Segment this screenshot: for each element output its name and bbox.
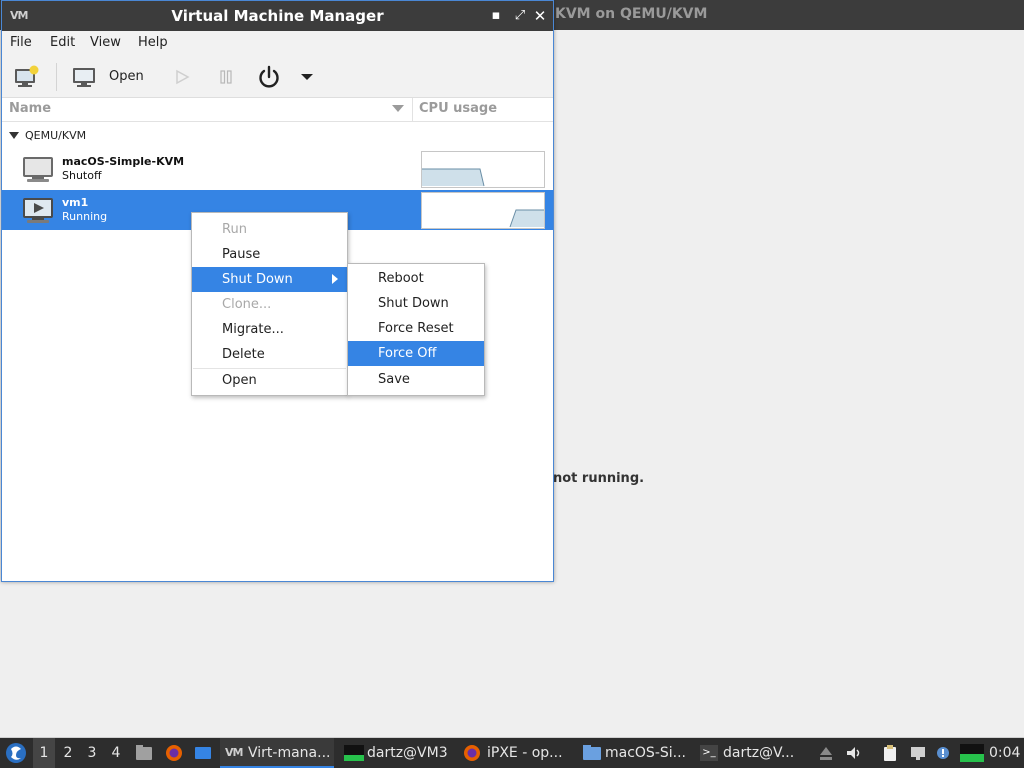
window-title: Virtual Machine Manager xyxy=(171,7,384,25)
column-separator xyxy=(412,98,413,122)
vm-status: Running xyxy=(62,210,108,223)
pause-button[interactable] xyxy=(216,67,236,87)
vm-shutoff-icon xyxy=(23,157,53,182)
task-label: macOS-Si... xyxy=(605,745,686,761)
expander-arrow-icon[interactable] xyxy=(9,132,19,139)
menu-item-migrate[interactable]: Migrate... xyxy=(192,317,347,342)
close-button[interactable]: ✕ xyxy=(532,8,548,24)
task-firefox-ipxe[interactable]: iPXE - op... xyxy=(460,738,575,768)
power-icon xyxy=(259,65,279,88)
clipboard-icon[interactable] xyxy=(881,744,899,762)
distro-logo-icon xyxy=(6,743,26,763)
connection-group-row[interactable]: QEMU/KVM xyxy=(2,125,553,147)
task-label: dartz@V... xyxy=(723,745,795,761)
menu-item-delete[interactable]: Delete xyxy=(192,342,347,367)
menu-item-shutdown[interactable]: Shut Down xyxy=(348,291,484,316)
shutdown-button[interactable] xyxy=(255,64,283,90)
vm-running-icon xyxy=(23,198,53,223)
cpu-usage-graph xyxy=(421,192,545,229)
vm-context-menu: Run Pause Shut Down Clone... Migrate... … xyxy=(191,212,348,396)
file-manager-launcher-icon[interactable] xyxy=(135,744,153,762)
menu-help[interactable]: Help xyxy=(138,35,168,50)
new-vm-button[interactable] xyxy=(13,65,41,89)
virt-manager-app-icon: VM xyxy=(225,746,243,759)
connection-label: QEMU/KVM xyxy=(25,129,87,142)
toolbar-separator xyxy=(56,63,57,91)
menu-item-save[interactable]: Save xyxy=(348,367,484,392)
play-icon xyxy=(176,69,190,85)
open-button[interactable]: Open xyxy=(72,65,150,89)
workspace-4[interactable]: 4 xyxy=(105,738,127,768)
sort-descending-icon[interactable] xyxy=(392,105,404,112)
pause-icon xyxy=(220,70,232,84)
menu-view[interactable]: View xyxy=(90,35,121,50)
menu-file[interactable]: File xyxy=(10,35,32,50)
network-icon[interactable] xyxy=(909,744,927,762)
menu-item-force-off[interactable]: Force Off xyxy=(348,341,484,366)
dropdown-arrow-icon xyxy=(301,74,313,80)
task-terminal-vm3[interactable]: dartz@VM3 xyxy=(340,738,455,768)
notification-icon[interactable] xyxy=(934,744,952,762)
terminal-app-icon xyxy=(344,745,364,761)
background-window-title: KVM on QEMU/KVM xyxy=(555,6,708,22)
volume-icon[interactable] xyxy=(845,744,863,762)
menu-item-pause[interactable]: Pause xyxy=(192,242,347,267)
menu-item-clone[interactable]: Clone... xyxy=(192,292,347,317)
firefox-app-icon xyxy=(464,745,480,761)
new-vm-icon xyxy=(15,65,39,87)
shutdown-submenu: Reboot Shut Down Force Reset Force Off S… xyxy=(347,263,485,396)
titlebar[interactable]: VM Virtual Machine Manager ▪ ⤢ ✕ xyxy=(2,1,553,31)
vm-row-macos-simple-kvm[interactable]: macOS-Simple-KVM Shutoff xyxy=(2,149,553,189)
menu-edit[interactable]: Edit xyxy=(50,35,75,50)
vm-name: vm1 xyxy=(62,196,89,209)
eject-icon[interactable] xyxy=(817,744,835,762)
column-header-name[interactable]: Name xyxy=(9,101,51,116)
task-label: dartz@VM3 xyxy=(367,745,448,761)
vm-name: macOS-Simple-KVM xyxy=(62,155,185,168)
menu-item-run[interactable]: Run xyxy=(192,217,347,242)
desktop-launcher-icon[interactable] xyxy=(194,744,212,762)
start-menu-button[interactable] xyxy=(4,741,28,765)
menubar: File Edit View Help xyxy=(2,31,553,56)
task-terminal[interactable]: >_ dartz@V... xyxy=(697,738,809,768)
task-label: Virt-mana... xyxy=(248,745,331,761)
menu-item-shut-down-label: Shut Down xyxy=(222,272,293,287)
cpu-usage-graph xyxy=(421,151,545,188)
vm-list-header: Name CPU usage xyxy=(2,98,553,122)
folder-app-icon xyxy=(583,745,601,760)
workspace-1[interactable]: 1 xyxy=(33,738,55,768)
clock[interactable]: 0:04 xyxy=(989,738,1023,768)
cpu-monitor-icon[interactable] xyxy=(960,744,984,762)
toolbar: Open xyxy=(2,56,553,98)
menu-item-reboot[interactable]: Reboot xyxy=(348,266,484,291)
menu-item-open[interactable]: Open xyxy=(192,368,347,393)
workspace-3[interactable]: 3 xyxy=(81,738,103,768)
menu-item-force-reset[interactable]: Force Reset xyxy=(348,316,484,341)
shutdown-dropdown-button[interactable] xyxy=(298,68,316,86)
workspace-2[interactable]: 2 xyxy=(57,738,79,768)
taskbar: 1 2 3 4 VM Virt-mana... dartz@VM3 iPXE -… xyxy=(0,738,1024,768)
submenu-arrow-icon xyxy=(332,274,338,284)
open-button-label: Open xyxy=(109,69,144,84)
vm-status: Shutoff xyxy=(62,169,102,182)
run-button[interactable] xyxy=(172,67,192,87)
task-label: iPXE - op... xyxy=(487,745,563,761)
firefox-launcher-icon[interactable] xyxy=(165,744,183,762)
maximize-button[interactable]: ⤢ xyxy=(512,8,528,24)
monitor-icon xyxy=(73,68,95,87)
terminal-prompt-icon: >_ xyxy=(700,745,718,761)
task-macos-folder[interactable]: macOS-Si... xyxy=(580,738,695,768)
task-virt-manager[interactable]: VM Virt-mana... xyxy=(220,738,334,768)
menu-item-shut-down[interactable]: Shut Down xyxy=(192,267,347,292)
vm-not-running-message: not running. xyxy=(553,471,645,486)
column-header-cpu-usage[interactable]: CPU usage xyxy=(419,101,497,116)
minimize-button[interactable]: ▪ xyxy=(488,8,504,24)
